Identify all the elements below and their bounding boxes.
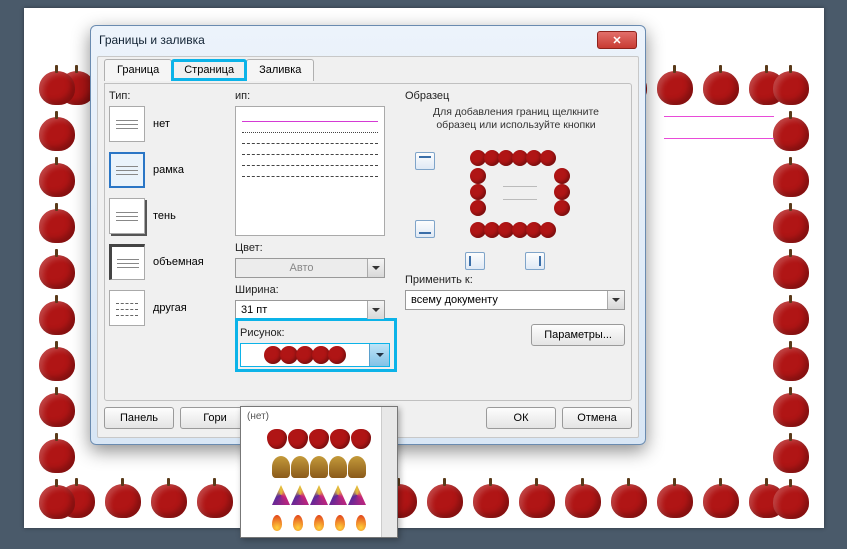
setting-box-label: рамка (153, 164, 184, 176)
line-style-option[interactable] (242, 154, 378, 155)
setting-box[interactable]: рамка (109, 152, 229, 188)
apply-to-combo[interactable]: всему документу (405, 290, 625, 310)
tab-page[interactable]: Страница (171, 59, 247, 81)
line-style-list[interactable] (235, 106, 385, 236)
width-value: 31 пт (236, 301, 367, 319)
edge-right-button[interactable] (525, 252, 545, 270)
art-combo[interactable] (240, 343, 390, 367)
line-style-option[interactable] (242, 121, 378, 122)
setting-custom[interactable]: другая (109, 290, 229, 326)
setting-3d[interactable]: объемная (109, 244, 229, 280)
chevron-down-icon[interactable] (367, 259, 384, 277)
setting-none[interactable]: нет (109, 106, 229, 142)
type-label: Тип: (109, 90, 229, 102)
color-value: Авто (236, 259, 367, 277)
line-style-option[interactable] (242, 143, 378, 144)
setting-none-icon (109, 106, 145, 142)
apply-label: Применить к: (405, 274, 627, 286)
setting-3d-label: объемная (153, 256, 204, 268)
setting-none-label: нет (153, 118, 170, 130)
art-combo-highlight: Рисунок: (235, 318, 397, 372)
settings-column: Тип: нет рамка тень объемная (109, 88, 229, 396)
art-option-none[interactable]: (нет) (241, 407, 397, 425)
width-label: Ширина: (235, 284, 397, 296)
setting-shadow[interactable]: тень (109, 198, 229, 234)
toolbar-panel-button[interactable]: Панель (104, 407, 174, 429)
tab-fill[interactable]: Заливка (246, 59, 314, 81)
dialog-titlebar[interactable]: Границы и заливка ✕ (91, 26, 645, 54)
preview-area (445, 150, 605, 250)
setting-shadow-icon (109, 198, 145, 234)
preview-column: Образец Для добавления границ щелкните о… (405, 88, 627, 396)
preview-box (405, 150, 627, 250)
tab-border[interactable]: Граница (104, 59, 172, 81)
borders-and-shading-dialog: Границы и заливка ✕ Граница Страница Зал… (90, 25, 646, 445)
art-combo-preview (241, 344, 369, 366)
edge-left-button[interactable] (465, 252, 485, 270)
close-icon: ✕ (612, 34, 621, 47)
chevron-down-icon[interactable] (367, 301, 384, 319)
chevron-down-icon[interactable] (369, 344, 389, 366)
art-label: Рисунок: (240, 327, 392, 339)
tab-pane: Тип: нет рамка тень объемная (104, 83, 632, 401)
tab-strip: Граница Страница Заливка (104, 59, 638, 81)
art-option-apples[interactable] (241, 425, 397, 453)
page-border-bottom (54, 476, 794, 522)
table-line (664, 138, 774, 139)
setting-3d-icon (109, 244, 145, 280)
art-option-fans[interactable] (241, 453, 397, 481)
dialog-body: Граница Страница Заливка Тип: нет рамка … (97, 56, 639, 438)
line-style-option[interactable] (242, 165, 378, 166)
apple-icon (328, 346, 346, 364)
page-border-left (34, 63, 80, 522)
ok-button[interactable]: ОК (486, 407, 556, 429)
edge-top-button[interactable] (415, 152, 435, 170)
width-combo[interactable]: 31 пт (235, 300, 385, 320)
table-line (664, 116, 774, 117)
art-option-flames[interactable] (241, 509, 397, 537)
preview-mini-page[interactable] (465, 150, 575, 238)
preview-label: Образец (405, 90, 627, 102)
preview-help: Для добавления границ щелкните образец и… (413, 106, 619, 132)
color-label: Цвет: (235, 242, 397, 254)
cancel-button[interactable]: Отмена (562, 407, 632, 429)
color-combo[interactable]: Авто (235, 258, 385, 278)
style-label: ип: (235, 90, 397, 102)
apply-to-value: всему документу (406, 291, 607, 309)
page-border-right (768, 63, 814, 522)
options-button[interactable]: Параметры... (531, 324, 625, 346)
art-option-horns[interactable] (241, 481, 397, 509)
chevron-down-icon[interactable] (607, 291, 624, 309)
art-dropdown-list[interactable]: (нет) (240, 406, 398, 538)
dropdown-scrollbar[interactable] (381, 407, 397, 537)
setting-custom-label: другая (153, 302, 187, 314)
dialog-title: Границы и заливка (99, 33, 205, 47)
style-column: ип: Цвет: Авто Ширина: 31 пт (235, 88, 397, 396)
line-style-option[interactable] (242, 132, 378, 133)
setting-shadow-label: тень (153, 210, 176, 222)
setting-custom-icon (109, 290, 145, 326)
preview-text-icon (503, 186, 537, 200)
close-button[interactable]: ✕ (597, 31, 637, 49)
setting-box-icon (109, 152, 145, 188)
line-style-option[interactable] (242, 176, 378, 177)
edge-bottom-button[interactable] (415, 220, 435, 238)
